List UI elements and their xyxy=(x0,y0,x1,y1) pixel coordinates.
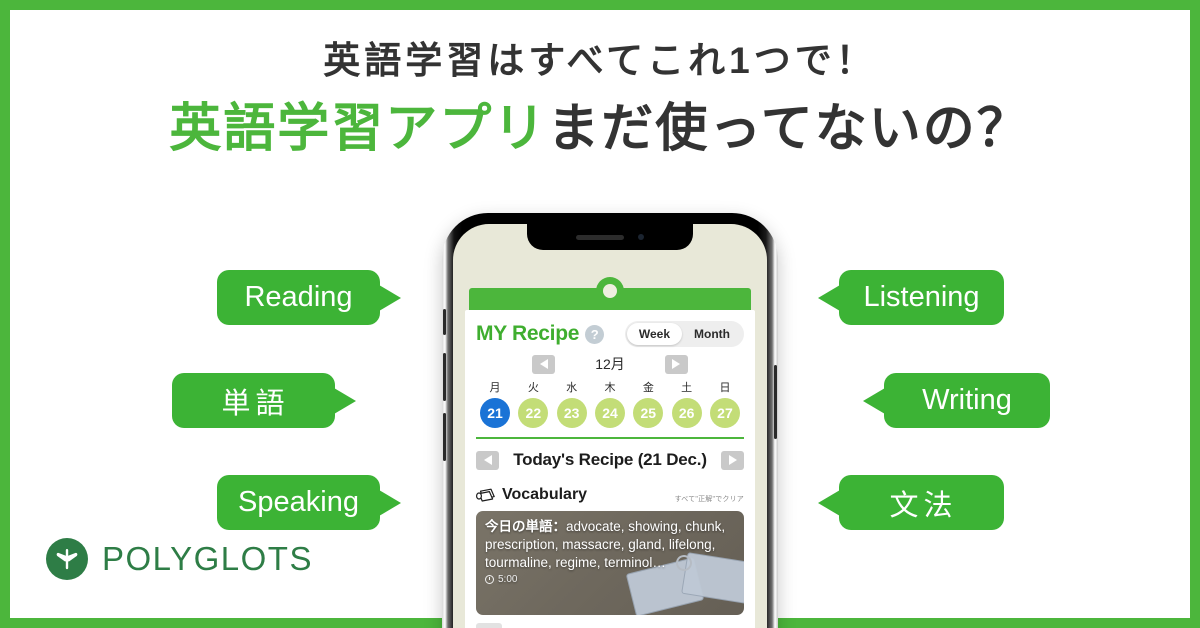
vocabulary-title-group: Vocabulary xyxy=(476,486,587,504)
phone-power-button xyxy=(774,365,777,439)
clipboard-knob-icon xyxy=(596,277,624,305)
polyglots-wordmark: POLYGLOTS xyxy=(102,540,313,577)
next-day-button[interactable] xyxy=(721,450,744,470)
bubble-bunpo: 文法 xyxy=(818,475,1004,530)
headline-line-1: 英語学習はすべてこれ1つで！ xyxy=(323,40,877,81)
calendar-day[interactable]: 27 xyxy=(709,398,740,428)
bubble-listening-label: Listening xyxy=(863,281,980,313)
sprout-icon xyxy=(46,538,88,580)
bubble-writing: Writing xyxy=(863,373,1050,428)
vocabulary-note: すべて"正解"でクリア xyxy=(674,496,744,503)
vocabulary-card-duration: 5:00 xyxy=(498,573,518,585)
calendar-day[interactable]: 22 xyxy=(518,398,549,428)
calendar-day[interactable]: 23 xyxy=(556,398,587,428)
next-section-stub xyxy=(476,623,502,628)
weekday-mon: 月 xyxy=(489,382,501,394)
weekday-header-row: 月 火 水 木 金 土 日 xyxy=(476,379,744,395)
headline-line-2: 英語学習アプリまだ使ってないの？ xyxy=(10,98,1190,160)
calendar-day[interactable]: 21 xyxy=(480,398,510,428)
prev-day-button[interactable] xyxy=(476,450,499,470)
vocabulary-title: Vocabulary xyxy=(502,486,588,503)
page-title: MY Recipe xyxy=(476,322,580,345)
month-nav: 12月 xyxy=(476,354,744,374)
calendar-day-row: 21 22 23 24 25 26 27 xyxy=(476,398,744,428)
phone-screen: MY Recipe ? Week Month 12月 月 火 水 木 金 土 日… xyxy=(453,224,767,628)
app-header: MY Recipe ? Week Month xyxy=(476,310,744,347)
weekday-fri: 金 xyxy=(642,382,654,394)
bubble-writing-label: Writing xyxy=(922,384,1012,416)
phone-silent-switch xyxy=(443,309,446,335)
headline-highlight: 英語学習アプリ xyxy=(169,100,548,159)
vocabulary-card-text: 今日の単語：advocate, showing, chunk, prescrip… xyxy=(485,518,735,572)
vocabulary-section-header: Vocabulary すべて"正解"でクリア xyxy=(476,481,744,504)
earpiece-speaker-icon xyxy=(576,234,624,240)
month-label: 12月 xyxy=(595,356,625,372)
bubble-bunpo-label: 文法 xyxy=(889,489,958,522)
clock-icon xyxy=(485,574,494,584)
help-icon[interactable]: ? xyxy=(585,324,605,344)
calendar-day[interactable]: 24 xyxy=(594,398,625,428)
bubble-speaking: Speaking xyxy=(217,475,401,530)
headline-rest: まだ使ってないの？ xyxy=(547,100,1031,159)
bubble-listening: Listening xyxy=(818,270,1004,325)
headline-block: 英語学習はすべてこれ1つで！ 英語学習アプリまだ使ってないの？ xyxy=(10,38,1190,161)
vocabulary-card[interactable]: 今日の単語：advocate, showing, chunk, prescrip… xyxy=(476,511,744,615)
vocabulary-card-lead: 今日の単語： xyxy=(485,519,566,534)
bubble-tango-label: 単語 xyxy=(221,387,290,420)
front-camera-icon xyxy=(638,234,644,240)
phone-mockup: MY Recipe ? Week Month 12月 月 火 水 木 金 土 日… xyxy=(442,213,778,628)
phone-notch xyxy=(527,224,693,250)
phone-volume-up-button xyxy=(443,353,446,401)
tab-month[interactable]: Month xyxy=(682,323,742,345)
today-recipe-label: Today's Recipe (21 Dec.) xyxy=(513,450,707,469)
weekday-tue: 火 xyxy=(527,382,539,394)
phone-volume-down-button xyxy=(443,413,446,461)
calendar-day[interactable]: 25 xyxy=(633,398,664,428)
vocabulary-card-duration-group: 5:00 xyxy=(485,574,735,585)
period-segmented-control[interactable]: Week Month xyxy=(624,321,744,347)
weekday-wed: 水 xyxy=(566,382,578,394)
tab-week[interactable]: Week xyxy=(626,323,683,345)
card-stack-icon xyxy=(476,488,495,502)
weekday-sun: 日 xyxy=(719,382,731,394)
bubble-reading: Reading xyxy=(217,270,401,325)
next-month-button[interactable] xyxy=(664,354,688,374)
app-content: MY Recipe ? Week Month 12月 月 火 水 木 金 土 日… xyxy=(465,310,755,628)
polyglots-logo: POLYGLOTS xyxy=(46,538,313,580)
bubble-reading-label: Reading xyxy=(244,281,353,313)
weekday-thu: 木 xyxy=(604,382,616,394)
bubble-speaking-label: Speaking xyxy=(238,486,359,518)
weekday-sat: 土 xyxy=(681,382,693,394)
banner-root: 英語学習はすべてこれ1つで！ 英語学習アプリまだ使ってないの？ Reading … xyxy=(0,0,1200,628)
app-title-group: MY Recipe ? xyxy=(476,322,605,346)
today-recipe-nav: Today's Recipe (21 Dec.) xyxy=(476,439,744,481)
calendar-day[interactable]: 26 xyxy=(671,398,702,428)
prev-month-button[interactable] xyxy=(532,354,556,374)
bubble-tango: 単語 xyxy=(172,373,356,428)
